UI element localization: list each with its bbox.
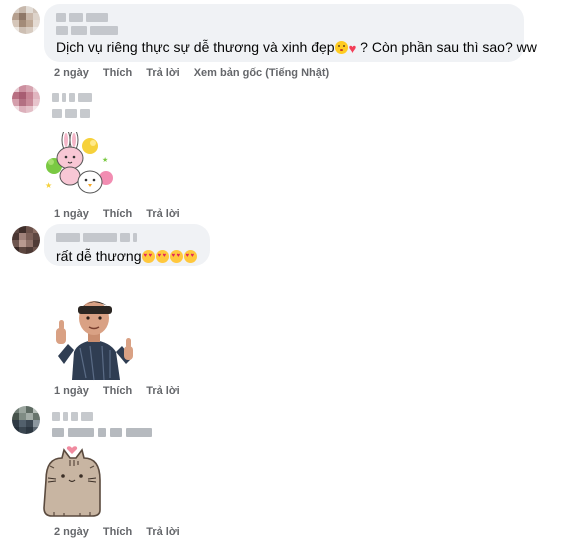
reply-button[interactable]: Trả lời bbox=[146, 67, 180, 79]
timestamp[interactable]: 2 ngày bbox=[54, 526, 89, 538]
avatar[interactable] bbox=[12, 406, 40, 434]
reply-button[interactable]: Trả lời bbox=[146, 385, 180, 397]
comment-actions: 2 ngày Thích Trả lời Xem bản gốc (Tiếng … bbox=[54, 67, 329, 79]
avatar-thumbs-up-sticker[interactable] bbox=[50, 290, 140, 382]
comment-text-redacted bbox=[52, 428, 152, 437]
like-button[interactable]: Thích bbox=[103, 208, 132, 220]
like-button[interactable]: Thích bbox=[103, 67, 132, 79]
svg-text:★: ★ bbox=[102, 156, 108, 164]
kissing-face-emoji bbox=[334, 41, 348, 54]
heart-eyes-emoji: ♥ ♥ bbox=[155, 250, 169, 263]
comment-actions: 1 ngày Thích Trả lời bbox=[54, 208, 180, 220]
author-subline-redacted bbox=[56, 24, 512, 36]
comment-text-part: rất dễ thương bbox=[56, 248, 142, 264]
svg-text:★: ★ bbox=[45, 181, 52, 190]
avatar[interactable] bbox=[12, 85, 40, 113]
reply-button[interactable]: Trả lời bbox=[146, 208, 180, 220]
bunny-cheerleader-sticker[interactable]: ★ ★ bbox=[42, 129, 114, 200]
heart-eyes-emoji: ♥ ♥ bbox=[169, 250, 183, 263]
author-subline-redacted bbox=[52, 107, 90, 119]
comment-text-part: Dịch vụ riêng thực sự dễ thương và xinh … bbox=[56, 39, 335, 55]
comment-text-part: ? Còn phần sau thì sao? ww bbox=[360, 39, 537, 55]
avatar[interactable] bbox=[12, 6, 40, 34]
reply-button[interactable]: Trả lời bbox=[146, 526, 180, 538]
comment-text: rất dễ thương ♥ ♥ ♥ ♥ ♥ ♥ ♥ ♥ bbox=[56, 247, 198, 266]
see-original-link[interactable]: Xem bản gốc (Tiếng Nhật) bbox=[194, 67, 329, 79]
heart-eyes-emoji: ♥ ♥ bbox=[183, 250, 197, 263]
author-name-redacted[interactable] bbox=[56, 11, 512, 23]
comment-4: 2 ngày Thích Trả lời bbox=[0, 400, 569, 545]
timestamp[interactable]: 1 ngày bbox=[54, 385, 89, 397]
comment-1: Dịch vụ riêng thực sự dễ thương và xinh … bbox=[0, 0, 569, 80]
comment-actions: 2 ngày Thích Trả lời bbox=[54, 526, 180, 538]
comment-actions: 1 ngày Thích Trả lời bbox=[54, 385, 180, 397]
author-name-redacted[interactable] bbox=[56, 231, 198, 243]
timestamp[interactable]: 2 ngày bbox=[54, 67, 89, 79]
like-button[interactable]: Thích bbox=[103, 526, 132, 538]
timestamp[interactable]: 1 ngày bbox=[54, 208, 89, 220]
author-name-redacted[interactable] bbox=[52, 410, 93, 422]
comment-text: Dịch vụ riêng thực sự dễ thương và xinh … bbox=[56, 38, 537, 58]
avatar[interactable] bbox=[12, 226, 40, 254]
comment-bubble: rất dễ thương ♥ ♥ ♥ ♥ ♥ ♥ ♥ ♥ bbox=[44, 224, 210, 266]
heart-eyes-emoji: ♥ ♥ bbox=[141, 250, 155, 263]
comment-2: ★ ★ 1 ngày Thích Trả lời bbox=[0, 80, 569, 220]
heart-emoji: ♥ bbox=[348, 41, 357, 56]
like-button[interactable]: Thích bbox=[103, 385, 132, 397]
comment-bubble: Dịch vụ riêng thực sự dễ thương và xinh … bbox=[44, 4, 537, 62]
author-name-redacted[interactable] bbox=[52, 91, 92, 103]
comment-3: rất dễ thương ♥ ♥ ♥ ♥ ♥ ♥ ♥ ♥ 1 ngày Thích Trả l… bbox=[0, 220, 569, 400]
pusheen-cat-heart-sticker[interactable] bbox=[40, 446, 104, 518]
